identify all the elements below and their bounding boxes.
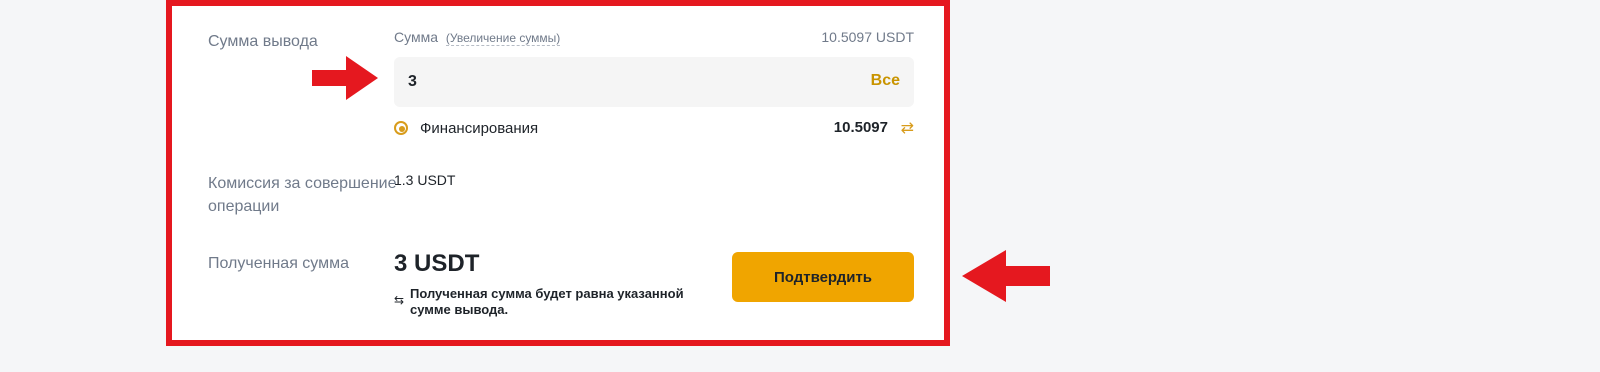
funding-balance: 10.5097 xyxy=(833,119,888,136)
received-amount: 3 USDT xyxy=(394,250,480,277)
amount-row-label: Сумма вывода xyxy=(208,33,318,50)
amount-input-box[interactable]: Все xyxy=(394,57,914,107)
increase-amount-link[interactable]: (Увеличение суммы) xyxy=(445,31,561,46)
received-note-text: Полученная сумма будет равна указанной с… xyxy=(410,286,684,317)
red-arrow-icon xyxy=(962,250,1050,302)
funding-source-label: Финансирования xyxy=(420,120,539,137)
received-label: Полученная сумма xyxy=(208,255,350,272)
transfer-icon[interactable]: ⇄ xyxy=(901,118,914,138)
swap-arrows-icon: ⇆ xyxy=(394,293,405,307)
available-balance: 10.5097 USDT xyxy=(821,29,914,45)
amount-input[interactable] xyxy=(408,70,828,94)
amount-title: Сумма xyxy=(394,29,438,45)
withdrawal-panel: Сумма вывода Сумма (Увеличение суммы) 10… xyxy=(166,0,950,346)
funding-source-row[interactable]: Финансирования 10.5097 ⇄ xyxy=(394,119,914,141)
fee-label: Комиссия за совершение операции xyxy=(208,175,397,215)
funding-radio[interactable] xyxy=(394,121,408,135)
confirm-button[interactable]: Подтвердить xyxy=(732,252,914,302)
amount-header: Сумма (Увеличение суммы) 10.5097 USDT xyxy=(394,29,914,51)
max-button[interactable]: Все xyxy=(871,72,900,90)
red-arrow-icon xyxy=(312,56,378,100)
fee-value: 1.3 USDT xyxy=(394,172,456,188)
received-note: ⇆ Полученная сумма будет равна указанной… xyxy=(394,286,724,318)
